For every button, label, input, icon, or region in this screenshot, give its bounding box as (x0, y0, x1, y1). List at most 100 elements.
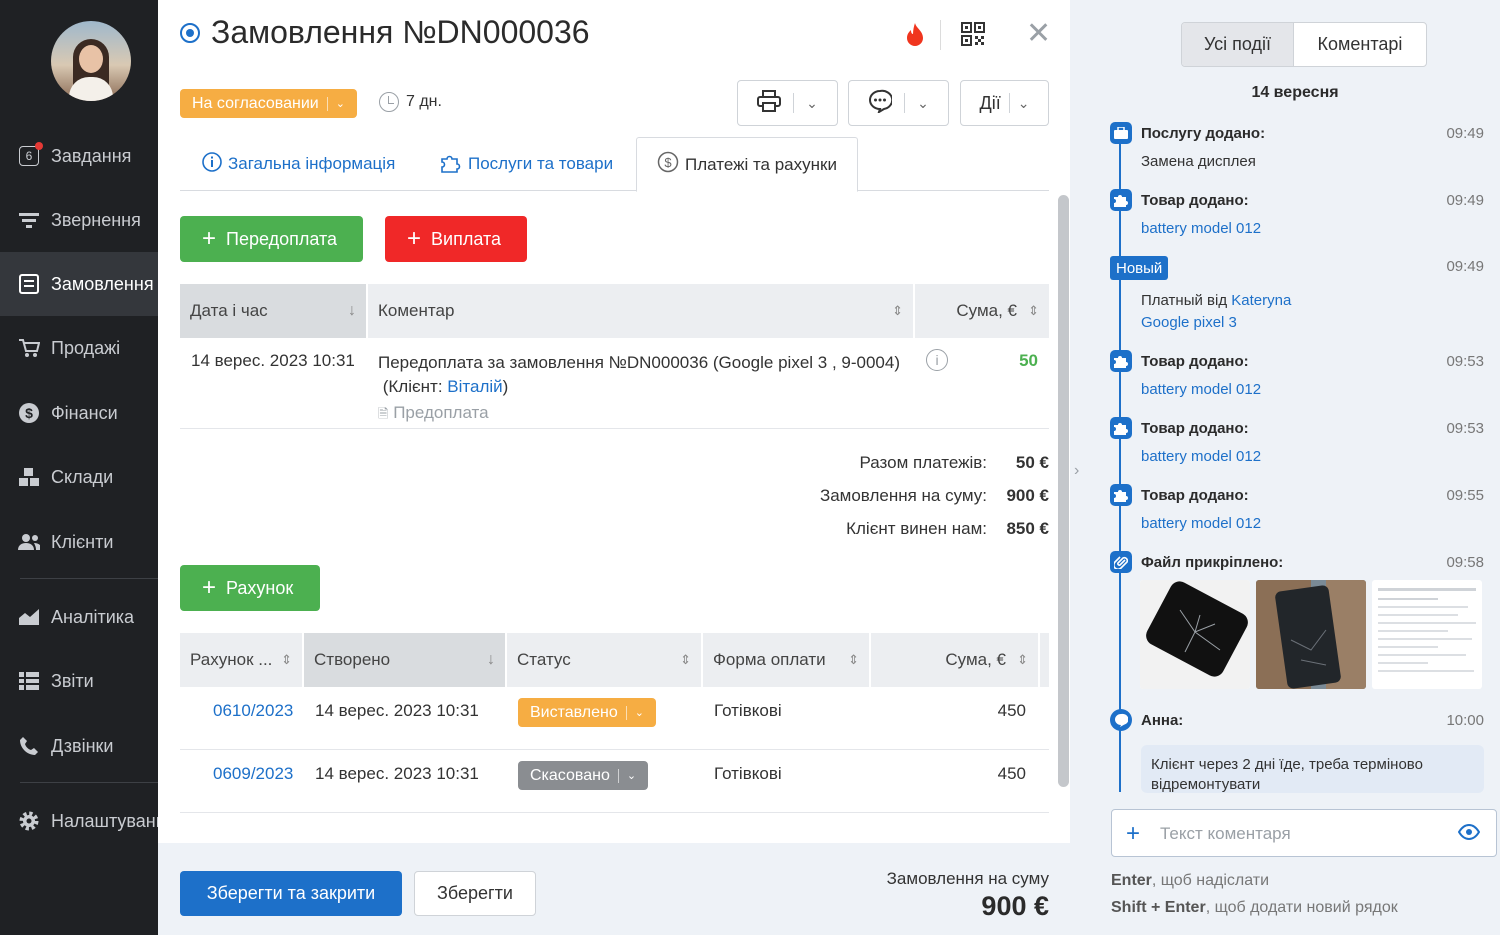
order-age: 7 дн. (379, 92, 442, 112)
sidebar-item-requests[interactable]: Звернення (0, 188, 158, 252)
attachment-thumbnail[interactable] (1256, 580, 1366, 689)
dollar-icon: $ (18, 402, 40, 424)
history-filter: Усі події Коментарі (1181, 22, 1427, 67)
print-button[interactable]: ⌄ (737, 80, 838, 126)
sort-icon: ⇕ (281, 652, 292, 667)
status-badge: Новый (1110, 256, 1169, 280)
chart-icon (18, 606, 40, 628)
sidebar-item-label: Замовлення (51, 273, 154, 294)
sort-icon: ⇕ (848, 652, 859, 667)
column-invoice[interactable]: Рахунок ... ⇕ (180, 633, 304, 687)
sidebar-item-clients[interactable]: Клієнти (0, 510, 158, 574)
chevron-down-icon: ⌄ (634, 707, 644, 719)
add-invoice-button[interactable]: + Рахунок (180, 565, 320, 611)
paperclip-icon (1110, 551, 1132, 573)
message-button[interactable]: ⌄ (848, 80, 949, 126)
chevron-down-icon: ⌄ (806, 94, 818, 111)
order-status-dropdown[interactable]: На согласовании ⌄ (180, 89, 357, 118)
sidebar-item-label: Дзвінки (51, 735, 114, 756)
phone-icon (18, 735, 40, 757)
sidebar: 6 Завдання Звернення Замовлення Продажі … (0, 0, 158, 935)
status-badge[interactable]: Виставлено ⌄ (518, 698, 656, 727)
eye-icon[interactable] (1457, 823, 1481, 845)
sidebar-item-orders[interactable]: Замовлення (0, 252, 158, 316)
orders-icon (18, 273, 40, 295)
table-row[interactable]: 14 верес. 2023 10:31 Передоплата за замо… (180, 339, 1049, 429)
tab-all-events[interactable]: Усі події (1182, 23, 1294, 66)
boxes-icon (18, 466, 40, 488)
sort-icon: ⇕ (1028, 303, 1039, 318)
device-link[interactable]: Google pixel 3 (1141, 314, 1237, 331)
sidebar-item-calls[interactable]: Дзвінки (0, 714, 158, 778)
document-icon: 🗎 (378, 406, 389, 421)
column-comment[interactable]: Коментар ⇕ (368, 284, 915, 338)
status-badge[interactable]: Скасовано ⌄ (518, 761, 649, 790)
actions-dropdown[interactable]: Дії ⌄ (960, 80, 1049, 126)
page-title: Замовлення №DN000036 (211, 14, 590, 50)
tasks-icon: 6 (18, 142, 43, 167)
hint-send: Enter, щоб надіслати (1111, 872, 1270, 889)
arrow-down-icon: ↓ (348, 302, 356, 319)
invoice-link[interactable]: 0610/2023 (213, 701, 293, 721)
footer-bar: Зберегти та закрити Зберегти Замовлення … (158, 843, 1070, 935)
status-label: На согласовании (192, 94, 319, 112)
table-row[interactable]: 0610/2023 14 верес. 2023 10:31 Виставлен… (180, 687, 1049, 750)
tab-general-info[interactable]: Загальна інформація (202, 137, 395, 191)
panel-divider[interactable]: › (1070, 0, 1090, 935)
column-status[interactable]: Статус ⇕ (507, 633, 703, 687)
sidebar-item-label: Завдання (51, 145, 132, 166)
arrow-down-icon: ↓ (487, 651, 495, 668)
printer-icon (757, 89, 782, 117)
sidebar-item-settings[interactable]: Налаштування (0, 789, 158, 853)
sidebar-item-analytics[interactable]: Аналітика (0, 585, 158, 649)
chevron-right-icon[interactable]: › (1074, 462, 1079, 480)
add-payout-button[interactable]: + Виплата (385, 216, 527, 262)
svg-text:$: $ (25, 405, 33, 421)
puzzle-icon (440, 151, 462, 178)
product-link[interactable]: battery model 012 (1141, 381, 1261, 398)
add-prepayment-button[interactable]: + Передоплата (180, 216, 363, 262)
briefcase-icon (1110, 122, 1132, 144)
sidebar-item-sales[interactable]: Продажі (0, 316, 158, 380)
attachment-thumbnail[interactable] (1372, 580, 1482, 689)
avatar[interactable] (51, 21, 131, 101)
filter-icon (18, 209, 40, 231)
table-row[interactable]: 0609/2023 14 верес. 2023 10:31 Скасовано… (180, 750, 1049, 813)
product-link[interactable]: battery model 012 (1141, 448, 1261, 465)
dollar-circle-icon: $ (657, 151, 679, 178)
save-button[interactable]: Зберегти (414, 871, 536, 916)
sidebar-item-reports[interactable]: Звіти (0, 649, 158, 713)
chevron-down-icon: ⌄ (335, 98, 345, 110)
sort-icon: ⇕ (892, 303, 903, 318)
attachment-thumbnail[interactable] (1140, 580, 1250, 689)
column-amount[interactable]: Сума, € ⇕ (915, 284, 1049, 338)
user-link[interactable]: Kateryna (1231, 292, 1291, 309)
info-icon (202, 151, 222, 177)
info-icon[interactable]: i (926, 349, 948, 371)
fire-icon[interactable] (906, 22, 924, 51)
close-icon[interactable]: ✕ (1026, 19, 1051, 49)
product-link[interactable]: battery model 012 (1141, 515, 1261, 532)
plus-icon[interactable]: + (1126, 820, 1140, 848)
sort-icon: ⇕ (1017, 652, 1028, 667)
scrollbar[interactable] (1058, 195, 1069, 787)
save-and-close-button[interactable]: Зберегти та закрити (180, 871, 402, 916)
tab-services-goods[interactable]: Послуги та товари (440, 137, 613, 191)
column-sum[interactable]: Сума, € ⇕ (871, 633, 1040, 687)
comment-input[interactable]: + Текст коментаря (1111, 809, 1497, 857)
tab-bar: Загальна інформація Послуги та товари $ … (180, 137, 1049, 192)
product-link[interactable]: battery model 012 (1141, 220, 1261, 237)
column-payment-form[interactable]: Форма оплати ⇕ (703, 633, 871, 687)
sidebar-item-tasks[interactable]: 6 Завдання (0, 124, 158, 188)
tab-comments[interactable]: Коментарі (1294, 23, 1426, 66)
column-date[interactable]: Дата і час ↓ (180, 284, 368, 338)
column-created[interactable]: Створено ↓ (304, 633, 507, 687)
invoice-link[interactable]: 0609/2023 (213, 764, 293, 784)
sidebar-item-warehouses[interactable]: Склади (0, 445, 158, 509)
order-panel: Замовлення №DN000036 ✕ На согласовании ⌄… (158, 0, 1070, 935)
tab-payments-invoices[interactable]: $ Платежі та рахунки (636, 137, 858, 192)
sidebar-item-finance[interactable]: $ Фінанси (0, 381, 158, 445)
qr-code-icon[interactable] (961, 22, 985, 51)
sidebar-item-label: Звернення (51, 209, 141, 230)
client-link[interactable]: Віталій (447, 377, 502, 396)
